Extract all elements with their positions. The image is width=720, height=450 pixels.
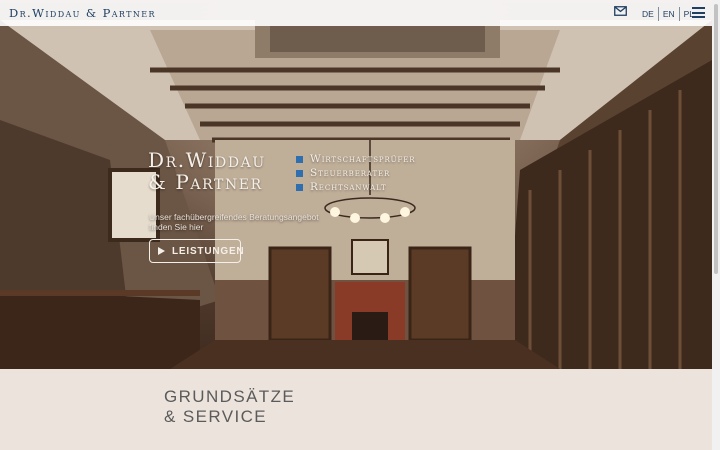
- section-title: GRUNDSÄTZE & SERVICE: [164, 387, 295, 427]
- hero-brand-line1: Dr.Widdau: [148, 148, 266, 172]
- service-label: Rechtsanwalt: [310, 181, 387, 193]
- scrollbar-thumb[interactable]: [714, 4, 718, 274]
- hamburger-menu-icon[interactable]: [692, 7, 705, 18]
- hero-services-list: Wirtschaftsprüfer Steuerberater Rechtsan…: [296, 152, 415, 194]
- service-item: Steuerberater: [296, 166, 415, 180]
- leistungen-button-label: LEISTUNGEN: [172, 245, 245, 257]
- principles-section: GRUNDSÄTZE & SERVICE: [0, 369, 712, 450]
- service-bullet-icon: [296, 183, 303, 191]
- lang-en[interactable]: EN: [659, 9, 679, 19]
- play-icon: [158, 247, 165, 255]
- hero-tagline: Unser fachübergreifendes Beratungsangebo…: [149, 212, 319, 232]
- hero-brand-line2: & Partner: [148, 170, 263, 194]
- service-label: Steuerberater: [310, 167, 391, 179]
- section-title-line1: GRUNDSÄTZE: [164, 387, 296, 406]
- site-logo-text: Dr.Widdau & Partner: [9, 6, 156, 20]
- language-switcher: DE EN PL: [638, 7, 698, 21]
- service-item: Wirtschaftsprüfer: [296, 152, 415, 166]
- page-scrollbar[interactable]: [712, 0, 720, 450]
- service-label: Wirtschaftsprüfer: [310, 153, 416, 165]
- hero-banner: Dr.Widdau & Partner Wirtschaftsprüfer St…: [0, 0, 712, 369]
- section-title-line2: & SERVICE: [164, 407, 267, 426]
- leistungen-button[interactable]: LEISTUNGEN: [149, 239, 245, 263]
- site-logo[interactable]: Dr.Widdau & Partner: [9, 6, 156, 20]
- service-bullet-icon: [296, 155, 303, 163]
- site-header: Dr.Widdau & Partner DE EN PL: [0, 0, 712, 26]
- mail-icon[interactable]: [614, 6, 627, 16]
- service-item: Rechtsanwalt: [296, 180, 415, 194]
- lang-de[interactable]: DE: [638, 9, 658, 19]
- service-bullet-icon: [296, 169, 303, 177]
- hero-brand-name: Dr.Widdau & Partner: [148, 149, 266, 193]
